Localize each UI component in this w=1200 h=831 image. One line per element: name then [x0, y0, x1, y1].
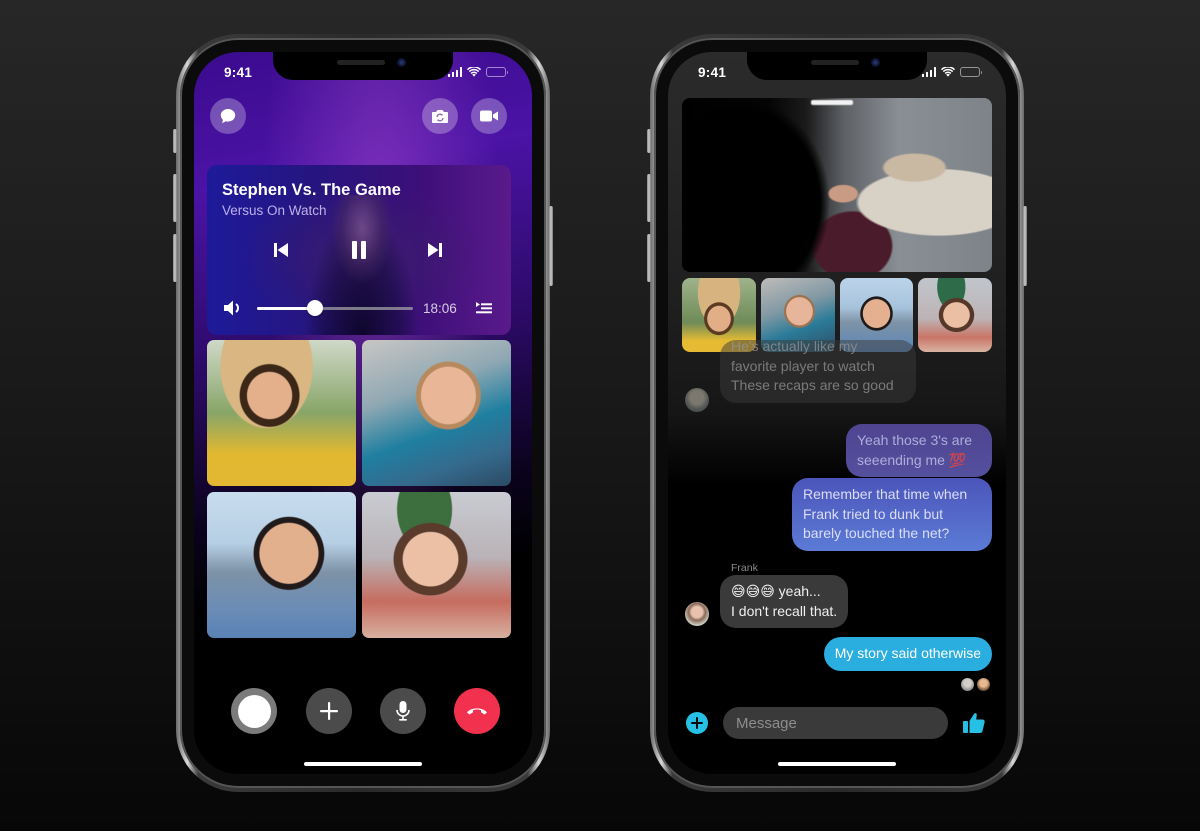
video-title: Stephen Vs. The Game — [222, 181, 401, 199]
avatar[interactable] — [685, 388, 709, 412]
sender-name: Frank — [731, 562, 758, 574]
plus-circle-icon — [691, 717, 703, 729]
hang-up-phone-icon — [467, 708, 487, 715]
chat-bubble-icon — [220, 109, 236, 124]
volume-down-button — [647, 234, 651, 282]
wifi-icon — [941, 67, 955, 77]
video-toggle-button[interactable] — [471, 98, 507, 134]
home-indicator[interactable] — [304, 762, 422, 766]
pause-button[interactable] — [348, 239, 370, 261]
participant-tile[interactable] — [362, 492, 511, 638]
notch — [273, 52, 453, 80]
silent-switch — [173, 129, 177, 153]
status-time: 9:41 — [224, 64, 253, 80]
message-incoming[interactable]: 😅😅😅 yeah... I don't recall that. — [720, 575, 849, 628]
capture-circle-icon — [237, 694, 271, 728]
like-button[interactable] — [961, 710, 987, 736]
progress-slider[interactable] — [257, 300, 413, 316]
chat-button[interactable] — [210, 98, 246, 134]
read-receipt-avatar — [961, 678, 974, 691]
avatar-frank[interactable] — [685, 602, 709, 626]
video-subtitle: Versus On Watch — [222, 203, 327, 218]
pause-icon — [352, 241, 366, 259]
video-camera-icon — [480, 110, 498, 122]
wifi-icon — [467, 67, 481, 77]
mute-button[interactable] — [380, 688, 426, 734]
read-receipt-avatar — [977, 678, 990, 691]
home-indicator[interactable] — [778, 762, 896, 766]
read-receipts — [961, 678, 990, 691]
volume-down-button — [173, 234, 177, 282]
add-participant-button[interactable] — [306, 688, 352, 734]
message-incoming[interactable]: He's actually like my favorite player to… — [720, 338, 916, 403]
message-input[interactable] — [723, 707, 948, 739]
playback-row: 18:06 — [223, 298, 495, 318]
message-outgoing[interactable]: Yeah those 3's are seeending me 💯 — [846, 424, 992, 477]
silent-switch — [647, 129, 651, 153]
phone-chat: 9:41 He's actually like my favorite play… — [647, 34, 1027, 792]
next-button[interactable] — [425, 239, 445, 261]
phone-video-call: 9:41 Stephen Vs. The Game Versus On Watc… — [173, 34, 553, 792]
queue-list-icon[interactable] — [475, 301, 493, 315]
watch-together-card[interactable]: Stephen Vs. The Game Versus On Watch 18:… — [207, 165, 511, 335]
message-composer — [668, 707, 1006, 739]
previous-button[interactable] — [271, 239, 291, 261]
previous-track-icon — [274, 243, 288, 257]
next-track-icon — [428, 243, 442, 257]
chat-screen: 9:41 He's actually like my favorite play… — [668, 52, 1006, 774]
add-attachment-button[interactable] — [686, 712, 708, 734]
participant-tile[interactable] — [207, 340, 356, 486]
participant-grid — [207, 340, 511, 638]
thumbs-up-icon — [963, 713, 985, 733]
video-call-screen: 9:41 Stephen Vs. The Game Versus On Watc… — [194, 52, 532, 774]
capture-button[interactable] — [231, 688, 277, 734]
time-remaining: 18:06 — [423, 300, 457, 316]
end-call-button[interactable] — [454, 688, 500, 734]
call-controls — [194, 688, 532, 734]
side-button — [549, 206, 553, 286]
message-outgoing[interactable]: Remember that time when Frank tried to d… — [792, 478, 992, 551]
media-controls — [207, 239, 511, 263]
message-thread: He's actually like my favorite player to… — [668, 52, 1006, 774]
battery-icon — [960, 67, 982, 77]
speaker-icon[interactable] — [223, 299, 243, 317]
volume-up-button — [173, 174, 177, 222]
notch — [747, 52, 927, 80]
plus-icon — [320, 702, 338, 720]
participant-tile[interactable] — [207, 492, 356, 638]
battery-icon — [486, 67, 508, 77]
flip-camera-icon — [432, 110, 448, 123]
side-button — [1023, 206, 1027, 286]
volume-up-button — [647, 174, 651, 222]
message-outgoing[interactable]: My story said otherwise — [823, 637, 992, 671]
participant-tile[interactable] — [362, 340, 511, 486]
microphone-icon — [396, 701, 410, 721]
status-time: 9:41 — [698, 64, 727, 80]
flip-camera-button[interactable] — [422, 98, 458, 134]
progress-knob[interactable] — [306, 300, 323, 316]
